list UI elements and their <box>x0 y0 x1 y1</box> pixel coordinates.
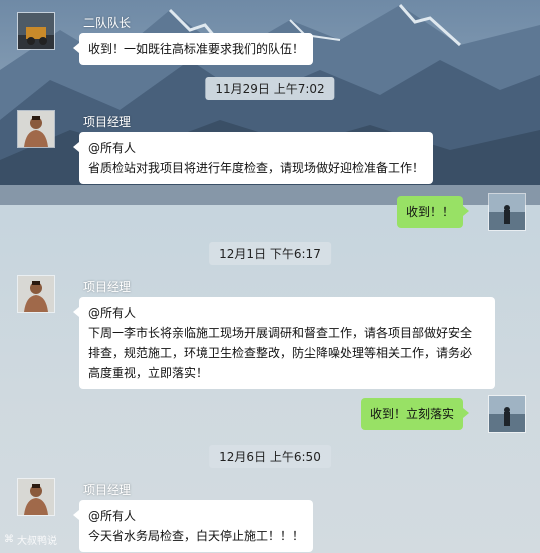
timestamp: 12月6日 上午6:50 <box>209 445 331 468</box>
message-bubble[interactable]: @所有人 今天省水务局检查，白天停止施工！！！ <box>72 500 314 552</box>
message-line: 下周一李市长将亲临施工现场开展调研和督查工作，请各项目部做好安全 <box>88 326 473 340</box>
message-text: 收到！立刻落实 <box>369 407 454 421</box>
timestamp: 11月29日 上午7:02 <box>205 77 335 100</box>
message-bubble[interactable]: @所有人 省质检站对我项目将进行年度检查，请现场做好迎检准备工作！ <box>72 132 434 184</box>
timestamp: 12月1日 下午6:17 <box>209 242 331 265</box>
message-line: 省质检站对我项目将进行年度检查，请现场做好迎检准备工作！ <box>88 161 425 175</box>
message-text: 收到！一如既往高标准要求我们的队伍！ <box>88 42 305 56</box>
message-bubble-self[interactable]: 收到！立刻落实 <box>360 398 470 430</box>
message-line: 今天省水务局检查，白天停止施工！！！ <box>88 529 305 543</box>
watermark-text: 大叔鸭说 <box>17 536 57 547</box>
watermark-logo-icon: ⌘ <box>4 534 14 545</box>
avatar-project-manager[interactable] <box>17 110 55 148</box>
message-bubble-self[interactable]: 收到！！ <box>396 196 470 228</box>
sender-name: 项目经理 <box>83 280 132 294</box>
message-line: 排查，规范施工，环境卫生检查整改，防尘降噪处理等相关工作，请务必 <box>88 346 473 360</box>
message-line: @所有人 <box>88 509 137 523</box>
avatar-team-leader[interactable] <box>17 12 55 50</box>
avatar-self[interactable] <box>488 193 526 231</box>
message-line: @所有人 <box>88 141 137 155</box>
avatar-project-manager[interactable] <box>17 478 55 516</box>
sender-name: 项目经理 <box>83 115 132 129</box>
avatar-project-manager[interactable] <box>17 275 55 313</box>
sender-name: 二队队长 <box>83 16 132 30</box>
message-bubble[interactable]: @所有人 下周一李市长将亲临施工现场开展调研和督查工作，请各项目部做好安全 排查… <box>73 297 495 389</box>
message-bubble[interactable]: 收到！一如既往高标准要求我们的队伍！ <box>72 33 314 65</box>
sender-name: 项目经理 <box>83 483 132 497</box>
avatar-self[interactable] <box>488 395 526 433</box>
message-line: @所有人 <box>88 306 137 320</box>
message-line: 高度重视，立即落实！ <box>88 366 209 380</box>
message-text: 收到！！ <box>405 205 454 219</box>
watermark: ⌘ 大叔鸭说 <box>4 532 57 547</box>
